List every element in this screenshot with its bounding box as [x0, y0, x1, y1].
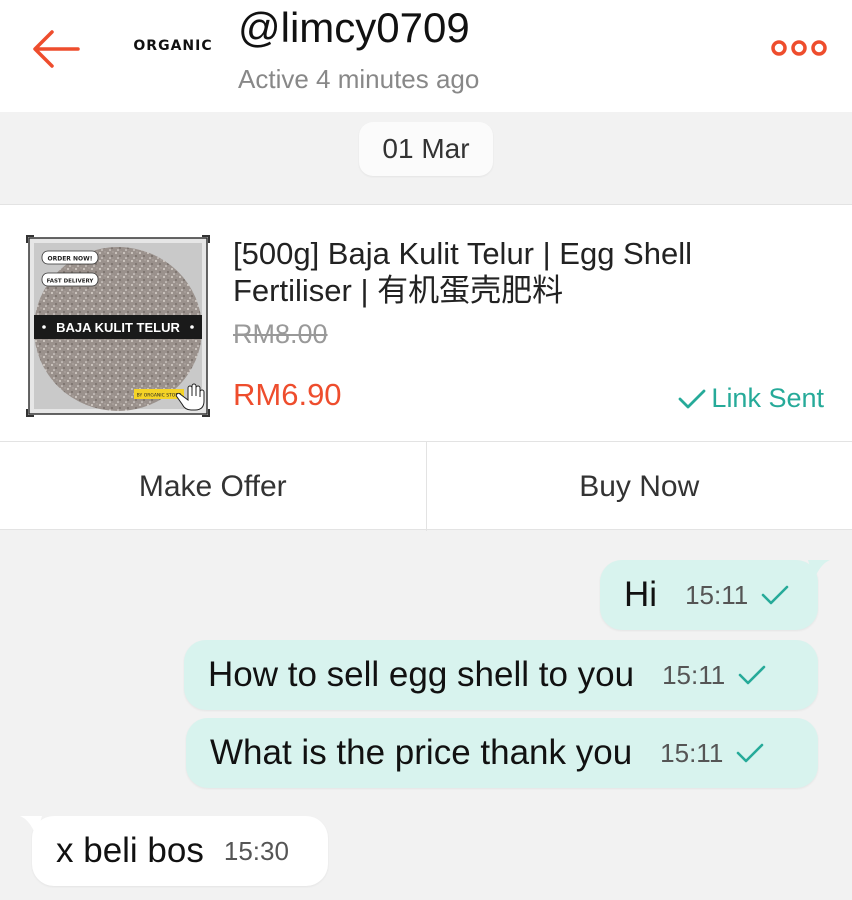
message-bubble-outgoing[interactable]: How to sell egg shell to you 15:11: [184, 640, 818, 710]
message-bubble-incoming[interactable]: x beli bos 15:30: [20, 816, 328, 886]
product-title[interactable]: [500g] Baja Kulit Telur | Egg Shell Fert…: [233, 235, 793, 309]
product-price: RM6.90: [233, 377, 342, 412]
date-separator: 01 Mar: [359, 122, 493, 176]
link-sent-label: Link Sent: [711, 383, 824, 413]
active-status: Active 4 minutes ago: [238, 64, 480, 94]
message-bubble-outgoing[interactable]: Hi 15:11: [600, 560, 830, 630]
image-order-now-text: ORDER NOW!: [48, 256, 93, 263]
arrow-left-icon: [33, 30, 80, 68]
sent-check-icon: [738, 665, 766, 685]
message-time: 15:11: [660, 737, 724, 768]
product-actions: Make Offer Buy Now: [0, 441, 852, 531]
chat-username[interactable]: @limcy0709: [238, 4, 470, 52]
bubble-tail: [808, 560, 830, 580]
message-time: 15:11: [685, 579, 749, 610]
message-text: How to sell egg shell to you: [208, 655, 635, 694]
more-options-button[interactable]: [770, 36, 828, 60]
shop-logo[interactable]: ORGANIC: [118, 38, 228, 54]
make-offer-button[interactable]: Make Offer: [0, 442, 426, 531]
buy-now-button[interactable]: Buy Now: [425, 442, 852, 531]
original-price: RM8.00: [233, 319, 328, 349]
more-dots-icon: [771, 40, 827, 56]
link-sent-status: Link Sent: [677, 383, 824, 414]
image-fast-delivery-text: FAST DELIVERY: [47, 279, 95, 285]
message-time: 15:11: [662, 659, 726, 690]
product-card[interactable]: ORDER NOW! FAST DELIVERY BAJA KULIT TELU…: [0, 204, 852, 531]
message-text: Hi: [624, 575, 658, 614]
sent-check-icon: [736, 743, 764, 763]
image-store-text: BY ORGANIC STORE: [137, 393, 182, 399]
image-banner-text: BAJA KULIT TELUR: [56, 320, 180, 335]
checkmark-icon: [679, 389, 706, 408]
message-text: What is the price thank you: [210, 733, 633, 772]
product-image[interactable]: ORDER NOW! FAST DELIVERY BAJA KULIT TELU…: [26, 235, 210, 417]
message-text: x beli bos: [56, 831, 204, 870]
back-button[interactable]: [28, 24, 84, 74]
sent-check-icon: [761, 585, 789, 605]
chat-header: ORGANIC @limcy0709 Active 4 minutes ago: [0, 0, 852, 112]
message-bubble-outgoing[interactable]: What is the price thank you 15:11: [186, 718, 818, 788]
bubble-tail: [20, 816, 42, 836]
message-time: 15:30: [223, 835, 289, 866]
